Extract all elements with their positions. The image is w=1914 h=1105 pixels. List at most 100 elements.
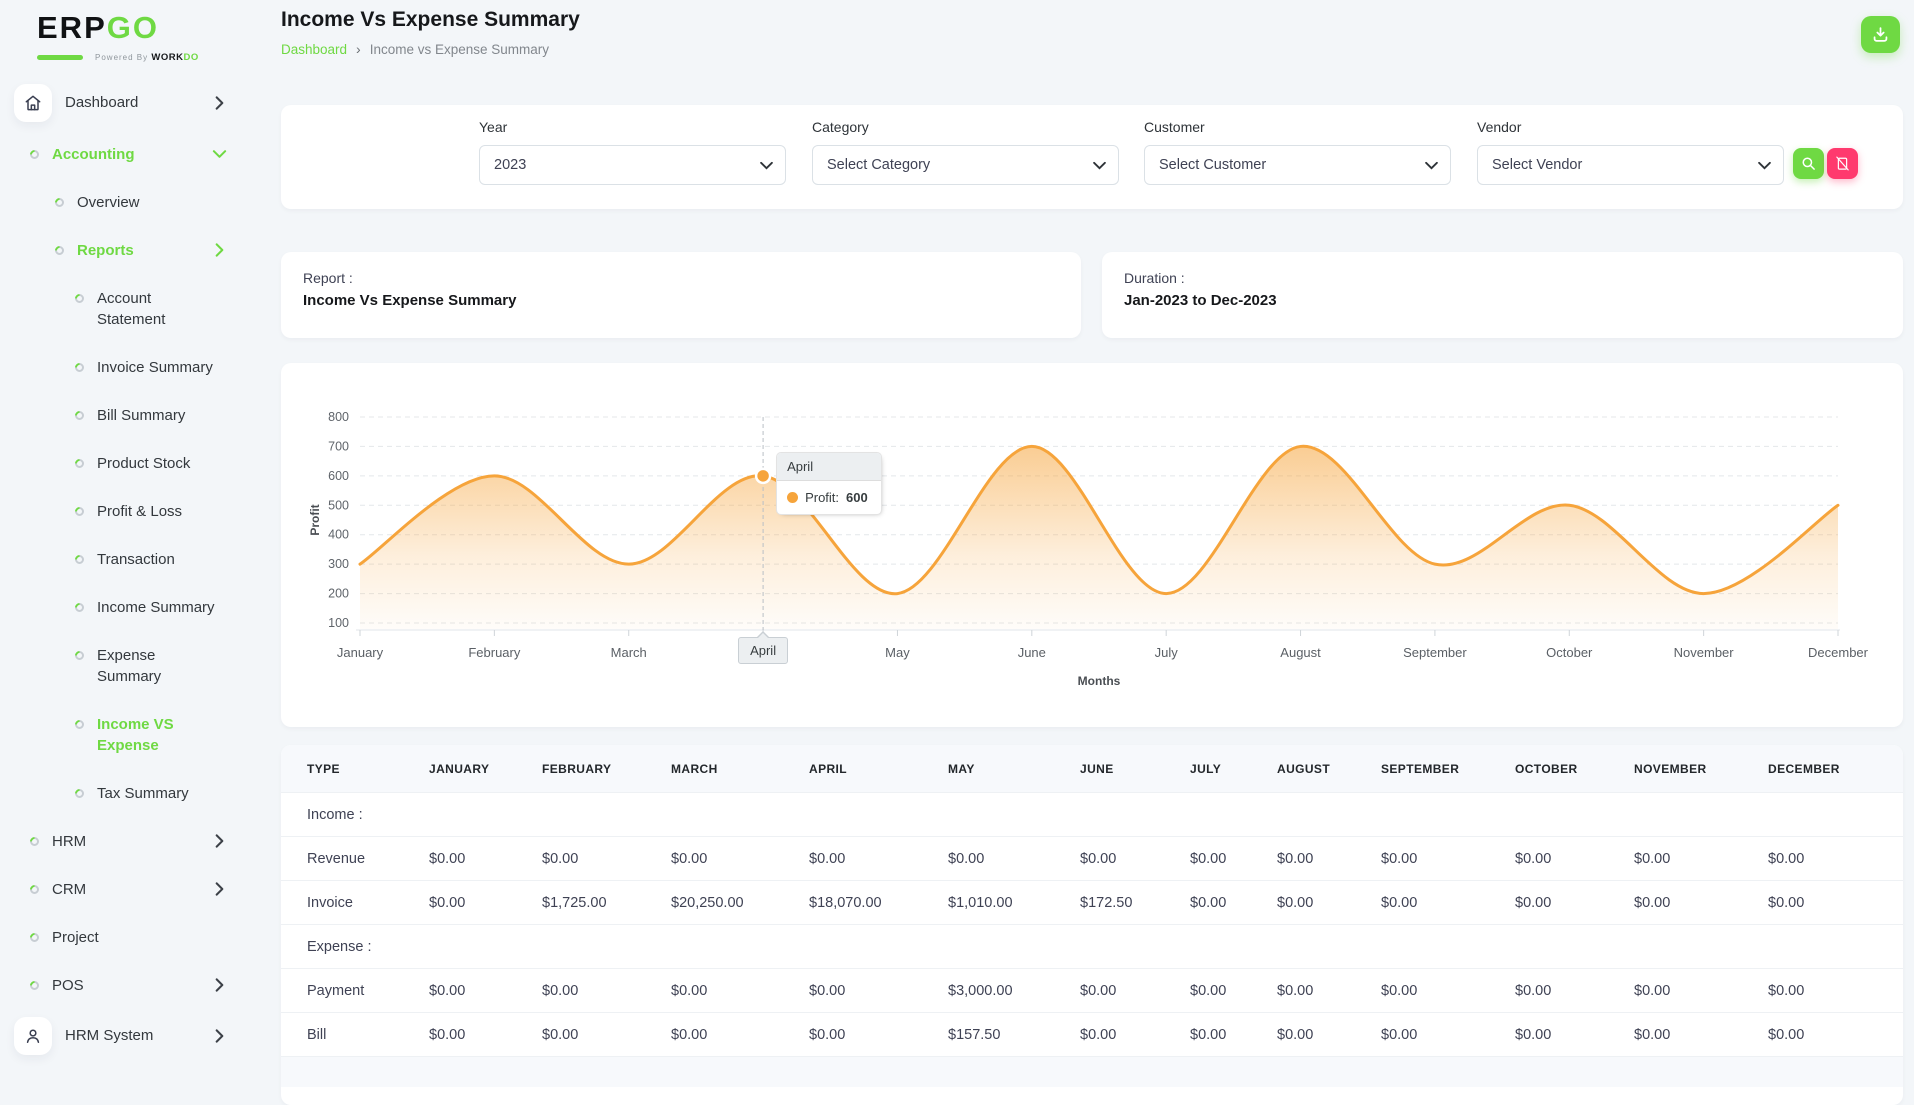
sidebar-item-invoice-summary[interactable]: Invoice Summary bbox=[0, 343, 246, 391]
sidebar-item-crm[interactable]: CRM bbox=[0, 865, 246, 913]
column-header: AUGUST bbox=[1277, 745, 1381, 793]
profit-area-chart[interactable]: 100 200 300 400 500 600 700 800 January February M… bbox=[281, 363, 1903, 727]
filter-category: Category Select Category bbox=[812, 119, 1119, 185]
filter-year: Year 2023 bbox=[479, 119, 786, 185]
sidebar-item-label: HRM System bbox=[65, 1027, 154, 1044]
table-cell bbox=[1768, 924, 1903, 969]
sidebar-menu: Dashboard Accounting Overview Reports Accoun… bbox=[0, 76, 246, 1063]
donut-icon bbox=[28, 882, 41, 896]
sidebar-item-product-stock[interactable]: Product Stock bbox=[0, 439, 246, 487]
table-cell: $0.00 bbox=[809, 1012, 948, 1057]
svg-text:October: October bbox=[1546, 645, 1593, 660]
sidebar-item-account-statement[interactable]: Account Statement bbox=[0, 274, 246, 343]
table-cell: $0.00 bbox=[1634, 880, 1768, 925]
chevron-right-icon bbox=[215, 1029, 224, 1043]
reset-filter-button[interactable] bbox=[1827, 148, 1858, 179]
sidebar-item-label: Income VS Expense bbox=[97, 715, 174, 754]
column-header: NOVEMBER bbox=[1634, 745, 1768, 793]
table-cell: $1,725.00 bbox=[542, 880, 671, 925]
table-cell: $0.00 bbox=[1277, 1012, 1381, 1057]
table-row: Revenue $0.00 $0.00 $0.00 $0.00 $0.00 $0.00 $0.… bbox=[281, 836, 1903, 881]
table-cell: $0.00 bbox=[809, 836, 948, 881]
filter-vendor: Vendor Select Vendor bbox=[1477, 119, 1784, 185]
chevron-right-icon bbox=[215, 96, 224, 110]
reset-filter-icon bbox=[1835, 156, 1850, 171]
sidebar-item-transaction[interactable]: Transaction bbox=[0, 535, 246, 583]
table-cell bbox=[1768, 792, 1903, 837]
chart-tooltip: April Profit: 600 bbox=[776, 451, 883, 515]
table-cell: Invoice bbox=[281, 880, 429, 925]
sidebar-item-expense-summary[interactable]: Expense Summary bbox=[0, 631, 246, 700]
svg-text:100: 100 bbox=[328, 616, 349, 630]
sidebar-item-accounting[interactable]: Accounting bbox=[0, 130, 246, 178]
svg-text:Months: Months bbox=[1078, 674, 1121, 688]
sidebar-item-hrm[interactable]: HRM bbox=[0, 817, 246, 865]
donut-icon bbox=[73, 408, 86, 422]
sidebar-item-profit-loss[interactable]: Profit & Loss bbox=[0, 487, 246, 535]
table-cell bbox=[671, 924, 809, 969]
table-cell: $0.00 bbox=[542, 1012, 671, 1057]
sidebar-item-income-vs-expense[interactable]: Income VS Expense bbox=[0, 700, 246, 769]
svg-text:May: May bbox=[885, 645, 910, 660]
download-button[interactable] bbox=[1861, 16, 1900, 53]
apply-filter-button[interactable] bbox=[1793, 148, 1824, 179]
sidebar-item-hrm-system[interactable]: HRM System bbox=[0, 1009, 246, 1063]
sidebar-item-label: Overview bbox=[77, 193, 140, 211]
table-cell bbox=[671, 792, 809, 837]
table-cell: Income : bbox=[281, 792, 429, 837]
table-cell: $0.00 bbox=[671, 836, 809, 881]
table-cell: $0.00 bbox=[1634, 968, 1768, 1013]
sidebar-item-project[interactable]: Project bbox=[0, 913, 246, 961]
erpgo-logo[interactable]: ERPGO Powered By WORKDO bbox=[37, 10, 199, 64]
sidebar-item-tax-summary[interactable]: Tax Summary bbox=[0, 769, 246, 817]
table-cell: $3,000.00 bbox=[948, 968, 1080, 1013]
table-cell: $0.00 bbox=[1515, 1012, 1634, 1057]
svg-text:September: September bbox=[1403, 645, 1467, 660]
table-cell: $0.00 bbox=[1190, 1012, 1277, 1057]
sidebar-item-bill-summary[interactable]: Bill Summary bbox=[0, 391, 246, 439]
year-select-value: 2023 bbox=[494, 157, 527, 173]
donut-icon bbox=[53, 243, 66, 257]
table-cell bbox=[429, 792, 542, 837]
donut-icon bbox=[73, 717, 86, 731]
svg-text:November: November bbox=[1674, 645, 1735, 660]
category-select[interactable]: Select Category bbox=[812, 145, 1119, 185]
table-cell: $0.00 bbox=[542, 968, 671, 1013]
sidebar-item-pos[interactable]: POS bbox=[0, 961, 246, 1009]
table-cell: $0.00 bbox=[1080, 1012, 1190, 1057]
column-header: MARCH bbox=[671, 745, 809, 793]
table-cell bbox=[809, 924, 948, 969]
sidebar-item-income-summary[interactable]: Income Summary bbox=[0, 583, 246, 631]
svg-text:400: 400 bbox=[328, 528, 349, 542]
chevron-right-icon bbox=[215, 978, 224, 992]
year-select[interactable]: 2023 bbox=[479, 145, 786, 185]
customer-select[interactable]: Select Customer bbox=[1144, 145, 1451, 185]
sidebar-item-label: POS bbox=[52, 976, 84, 994]
table-cell: $0.00 bbox=[1515, 880, 1634, 925]
tooltip-series-label: Profit: bbox=[805, 489, 840, 505]
duration-card: Duration : Jan-2023 to Dec-2023 bbox=[1102, 252, 1903, 338]
table-cell bbox=[948, 924, 1080, 969]
vendor-label: Vendor bbox=[1477, 119, 1522, 135]
donut-icon bbox=[53, 195, 66, 209]
chevron-right-icon bbox=[215, 243, 224, 257]
column-header: MAY bbox=[948, 745, 1080, 793]
home-icon bbox=[14, 84, 52, 122]
table-cell: Payment bbox=[281, 968, 429, 1013]
column-header: TYPE bbox=[281, 745, 429, 793]
table-cell bbox=[1634, 792, 1768, 837]
table-cell bbox=[429, 924, 542, 969]
report-card: Report : Income Vs Expense Summary bbox=[281, 252, 1081, 338]
sidebar-item-reports[interactable]: Reports bbox=[0, 226, 246, 274]
table-cell bbox=[948, 792, 1080, 837]
table-cell: $0.00 bbox=[1381, 880, 1515, 925]
vendor-select[interactable]: Select Vendor bbox=[1477, 145, 1784, 185]
customer-select-value: Select Customer bbox=[1159, 157, 1267, 173]
table-cell bbox=[1190, 924, 1277, 969]
sidebar-item-overview[interactable]: Overview bbox=[0, 178, 246, 226]
sidebar-item-dashboard[interactable]: Dashboard bbox=[0, 76, 246, 130]
breadcrumb-dashboard-link[interactable]: Dashboard bbox=[281, 42, 347, 57]
table-cell bbox=[1080, 924, 1190, 969]
table-row-partial bbox=[281, 1056, 1903, 1087]
donut-icon bbox=[28, 930, 41, 944]
